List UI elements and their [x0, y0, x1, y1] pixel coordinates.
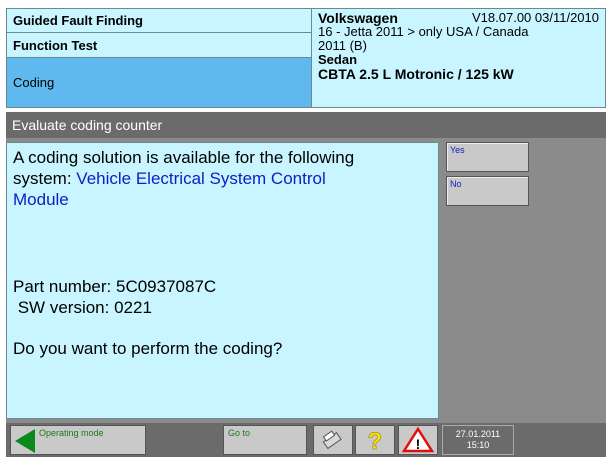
goto-button[interactable]: Go to: [223, 425, 307, 455]
app-window: Guided Fault Finding Function Test Codin…: [0, 0, 610, 461]
message-line2: system: Vehicle Electrical System Contro…: [13, 168, 432, 189]
screen-title-text: Evaluate coding counter: [12, 117, 163, 133]
vehicle-model-line2: 2011 (B): [318, 38, 367, 53]
vehicle-info: Volkswagen V18.07.00 03/11/2010 16 - Jet…: [312, 9, 605, 107]
warning-icon: !: [401, 426, 435, 453]
operating-mode-button[interactable]: Operating mode: [10, 425, 146, 455]
mode-menu: Guided Fault Finding Function Test Codin…: [7, 9, 312, 107]
svg-text:!: !: [416, 436, 421, 452]
vehicle-body: Sedan: [318, 52, 358, 67]
part-number: Part number: 5C0937087C: [13, 277, 217, 296]
work-area: A coding solution is available for the f…: [6, 138, 606, 423]
header-panel: Guided Fault Finding Function Test Codin…: [6, 8, 606, 108]
menu-guided-fault-finding[interactable]: Guided Fault Finding: [7, 9, 311, 33]
coding-question: Do you want to perform the coding?: [13, 339, 283, 358]
menu-function-test[interactable]: Function Test: [7, 33, 311, 58]
back-arrow-icon: [15, 429, 35, 453]
message-line1: A coding solution is available for the f…: [13, 148, 355, 167]
footer-bar: Operating mode Go to ? ! 27.01.2011 15:1…: [6, 423, 606, 457]
help-button[interactable]: ?: [355, 425, 395, 455]
menu-coding[interactable]: Coding: [7, 58, 311, 107]
system-name-cont: Module: [13, 190, 69, 209]
brand-label: Volkswagen: [318, 10, 398, 26]
sw-version: SW version: 0221: [13, 298, 152, 317]
yes-button-label: Yes: [450, 145, 465, 155]
warning-button[interactable]: !: [398, 425, 438, 455]
vehicle-engine: CBTA 2.5 L Motronic / 125 kW: [318, 66, 514, 82]
message-panel: A coding solution is available for the f…: [6, 142, 439, 419]
vehicle-model-line1: 16 - Jetta 2011 > only USA / Canada: [318, 24, 529, 39]
no-button[interactable]: No: [446, 176, 529, 206]
message-line2-prefix: system:: [13, 169, 77, 188]
version-label: V18.07.00 03/11/2010: [472, 10, 599, 25]
svg-text:?: ?: [368, 428, 383, 454]
yes-button[interactable]: Yes: [446, 142, 529, 172]
operating-mode-label: Operating mode: [39, 428, 104, 438]
print-icon: [322, 430, 342, 450]
print-button[interactable]: [313, 425, 353, 455]
time-text: 15:10: [466, 440, 490, 450]
system-name: Vehicle Electrical System Control: [76, 169, 326, 188]
date-text: 27.01.2011: [455, 429, 501, 439]
screen-title: Evaluate coding counter: [6, 112, 606, 138]
no-button-label: No: [450, 179, 462, 189]
datetime-display: 27.01.2011 15:10: [442, 425, 514, 455]
goto-label: Go to: [228, 428, 251, 438]
help-icon: ?: [367, 428, 383, 456]
